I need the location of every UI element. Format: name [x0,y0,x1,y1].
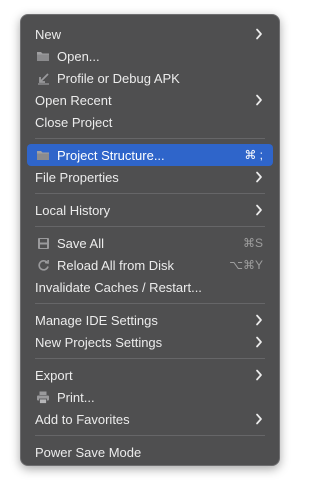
menu-item-manage-ide-settings[interactable]: Manage IDE Settings [27,309,273,331]
menu-item-label: Close Project [35,114,113,130]
menu-item-close-project[interactable]: Close Project [27,111,273,133]
menu-separator [35,303,265,304]
chevron-right-icon [255,171,263,183]
menu-separator [35,193,265,194]
menu-item-label: Power Save Mode [35,444,142,460]
menu-item-label: New [35,26,62,42]
file-menu: New Open... Profile or Debug APK Open Recen… [20,14,280,466]
chevron-right-icon [255,336,263,348]
menu-item-profile-or-debug-apk[interactable]: Profile or Debug APK [27,67,273,89]
menu-item-label: Manage IDE Settings [35,312,158,328]
menu-item-label: Reload All from Disk [57,257,175,273]
menu-item-label: Save All [57,235,104,251]
chevron-right-icon [255,94,263,106]
chevron-right-icon [255,413,263,425]
menu-separator [35,435,265,436]
menu-item-label: Profile or Debug APK [57,70,180,86]
menu-item-local-history[interactable]: Local History [27,199,273,221]
menu-separator [35,138,265,139]
chevron-right-icon [255,204,263,216]
menu-item-label: New Projects Settings [35,334,163,350]
menu-item-label: Add to Favorites [35,411,130,427]
menu-item-new[interactable]: New [27,23,273,45]
menu-item-add-to-favorites[interactable]: Add to Favorites [27,408,273,430]
printer-icon [35,389,51,405]
menu-item-label: Project Structure... [57,147,165,163]
menu-item-label: Print... [57,389,95,405]
shortcut-label: ⌥⌘Y [229,258,263,272]
menu-item-label: Invalidate Caches / Restart... [35,279,202,295]
import-arrow-icon [35,70,51,86]
folder-icon [35,48,51,64]
shortcut-label: ⌘ ; [244,148,263,162]
chevron-right-icon [255,28,263,40]
folder-icon [35,147,51,163]
menu-separator [35,358,265,359]
menu-item-label: Open Recent [35,92,112,108]
menu-item-new-projects-settings[interactable]: New Projects Settings [27,331,273,353]
reload-icon [35,257,51,273]
shortcut-label: ⌘S [242,236,263,250]
menu-item-label: Open... [57,48,100,64]
chevron-right-icon [255,369,263,381]
menu-item-label: Export [35,367,73,383]
menu-item-reload-all-from-disk[interactable]: Reload All from Disk ⌥⌘Y [27,254,273,276]
menu-item-power-save-mode[interactable]: Power Save Mode [27,441,273,463]
menu-item-print[interactable]: Print... [27,386,273,408]
menu-item-invalidate-caches-restart[interactable]: Invalidate Caches / Restart... [27,276,273,298]
menu-item-project-structure[interactable]: Project Structure... ⌘ ; [27,144,273,166]
chevron-right-icon [255,314,263,326]
menu-separator [35,226,265,227]
save-icon [35,235,51,251]
menu-item-open[interactable]: Open... [27,45,273,67]
menu-item-save-all[interactable]: Save All ⌘S [27,232,273,254]
menu-item-file-properties[interactable]: File Properties [27,166,273,188]
menu-item-export[interactable]: Export [27,364,273,386]
menu-item-label: File Properties [35,169,119,185]
menu-item-label: Local History [35,202,111,218]
menu-item-open-recent[interactable]: Open Recent [27,89,273,111]
